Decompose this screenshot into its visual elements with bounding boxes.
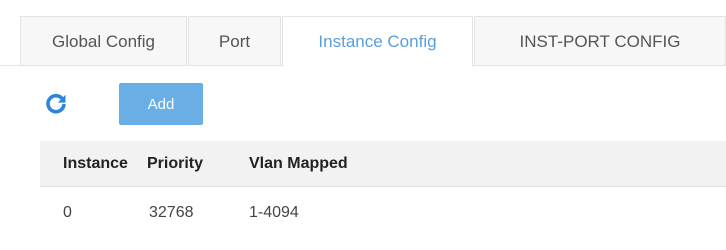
tab-inst-port-config[interactable]: INST-PORT CONFIG [474,16,726,66]
tab-port[interactable]: Port [188,16,281,66]
column-header-vlan-mapped: Vlan Mapped [249,154,348,172]
cell-priority: 32768 [149,204,194,221]
table-header: Instance Priority Vlan Mapped [40,141,726,187]
table-row[interactable]: 0 32768 1-4094 [40,187,726,239]
cell-vlan-mapped: 1-4094 [249,204,299,221]
tab-bar: Global Config Port Instance Config INST-… [0,0,726,67]
instance-config-page: Global Config Port Instance Config INST-… [0,0,726,250]
add-button[interactable]: Add [119,83,203,125]
instance-table: Instance Priority Vlan Mapped 0 32768 1-… [40,141,726,239]
refresh-icon[interactable] [36,84,76,124]
column-header-instance: Instance [63,154,128,172]
tab-instance-config[interactable]: Instance Config [282,16,473,67]
cell-instance: 0 [63,204,72,221]
tab-global-config[interactable]: Global Config [20,16,187,66]
refresh-icon-glyph [46,93,66,114]
column-header-priority: Priority [147,154,204,172]
toolbar: Add [36,83,203,125]
